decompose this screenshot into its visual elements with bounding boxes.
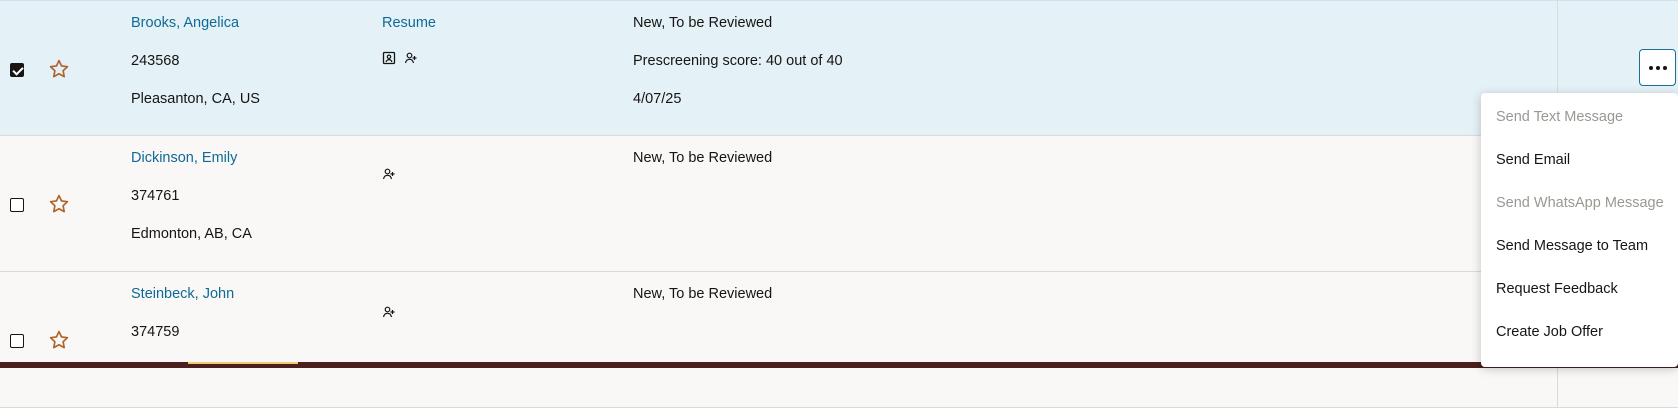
table-row[interactable]: Dickinson, Emily 374761 Edmonton, AB, CA… bbox=[0, 136, 1678, 272]
person-add-icon[interactable] bbox=[404, 51, 418, 65]
candidate-icons bbox=[382, 305, 396, 319]
more-horizontal-icon bbox=[1655, 65, 1660, 70]
candidate-status: New, To be Reviewed bbox=[633, 15, 773, 31]
actions-menu: Send Text Message Send Email Send WhatsA… bbox=[1481, 93, 1678, 367]
candidate-status: New, To be Reviewed bbox=[633, 286, 773, 302]
bottom-bar-accent bbox=[188, 362, 298, 364]
menu-item-send-message-to-team[interactable]: Send Message to Team bbox=[1481, 231, 1678, 274]
candidate-icons bbox=[382, 51, 418, 65]
candidate-icons bbox=[382, 167, 396, 181]
prescreening-score: Prescreening score: 40 out of 40 bbox=[633, 53, 843, 69]
application-date: 4/07/25 bbox=[633, 91, 682, 107]
more-horizontal-icon bbox=[1648, 65, 1653, 70]
menu-item-send-email[interactable]: Send Email bbox=[1481, 145, 1678, 188]
resume-link[interactable]: Resume bbox=[382, 15, 436, 31]
candidate-name-link[interactable]: Brooks, Angelica bbox=[131, 15, 239, 31]
menu-item-request-feedback[interactable]: Request Feedback bbox=[1481, 274, 1678, 317]
person-add-icon[interactable] bbox=[382, 167, 396, 181]
candidate-status: New, To be Reviewed bbox=[633, 150, 773, 166]
candidate-location: Edmonton, AB, CA bbox=[131, 226, 252, 242]
person-add-icon[interactable] bbox=[382, 305, 396, 319]
contact-card-icon[interactable] bbox=[382, 51, 396, 65]
candidate-name-link[interactable]: Steinbeck, John bbox=[131, 286, 234, 302]
row-select-checkbox[interactable] bbox=[10, 63, 24, 77]
menu-item-send-whatsapp-message: Send WhatsApp Message bbox=[1496, 195, 1664, 211]
bottom-bar bbox=[0, 362, 1678, 368]
star-icon[interactable] bbox=[48, 329, 70, 351]
row-select-checkbox[interactable] bbox=[10, 334, 24, 348]
menu-item-send-text-message: Send Text Message bbox=[1496, 109, 1624, 125]
star-icon[interactable] bbox=[48, 58, 70, 80]
row-select-checkbox[interactable] bbox=[10, 198, 24, 212]
candidate-name-link[interactable]: Dickinson, Emily bbox=[131, 150, 237, 166]
candidate-id: 243568 bbox=[131, 53, 180, 69]
star-icon[interactable] bbox=[48, 193, 70, 215]
candidate-location: Pleasanton, CA, US bbox=[131, 91, 260, 107]
table-row[interactable]: Brooks, Angelica 243568 Pleasanton, CA, … bbox=[0, 0, 1678, 136]
table-row[interactable]: Steinbeck, John 374759 New, To be Review… bbox=[0, 272, 1678, 408]
more-actions-button[interactable] bbox=[1639, 49, 1676, 86]
candidate-id: 374759 bbox=[131, 324, 180, 340]
menu-item-create-job-offer[interactable]: Create Job Offer bbox=[1481, 317, 1678, 360]
candidate-id: 374761 bbox=[131, 188, 180, 204]
more-horizontal-icon bbox=[1662, 65, 1667, 70]
